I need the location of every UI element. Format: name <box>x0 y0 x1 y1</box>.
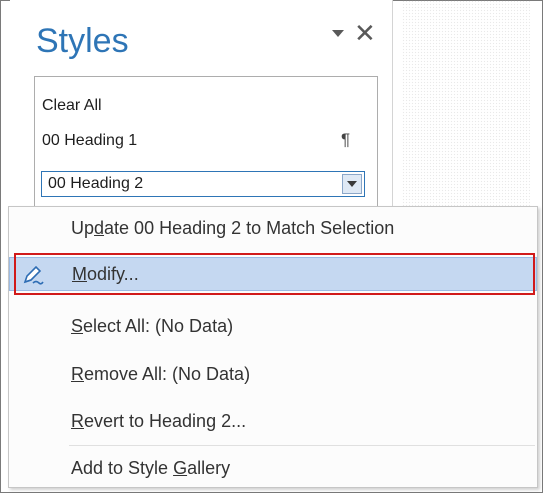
menu-separator <box>69 445 535 446</box>
menu-item-label: Add to Style Gallery <box>71 458 231 478</box>
pane-title: Styles <box>36 22 129 60</box>
styles-pane: Styles ✕ Clear All 00 Heading 1 ¶ 00 Hea… <box>10 0 393 242</box>
style-item-label: 00 Heading 2 <box>48 175 144 192</box>
close-icon[interactable]: ✕ <box>354 20 376 46</box>
pilcrow-icon: ¶ <box>341 130 351 149</box>
menu-item-select-all[interactable]: Select All: (No Data) <box>9 309 537 343</box>
menu-item-remove-all[interactable]: Remove All: (No Data) <box>9 357 537 391</box>
menu-item-update-to-match[interactable]: Update 00 Heading 2 to Match Selection <box>9 211 537 245</box>
chevron-down-icon <box>347 181 357 187</box>
style-item-heading-1[interactable]: 00 Heading 1 <box>42 132 137 150</box>
menu-item-add-to-gallery[interactable]: Add to Style Gallery <box>9 451 537 485</box>
style-context-menu: Update 00 Heading 2 to Match Selection M… <box>8 206 538 488</box>
menu-item-label: Remove All: (No Data) <box>71 364 251 384</box>
chevron-down-icon[interactable] <box>332 30 344 37</box>
document-area <box>402 0 530 240</box>
highlight-box <box>14 253 535 295</box>
style-item-clear-all[interactable]: Clear All <box>42 97 102 115</box>
style-options-button[interactable] <box>342 174 362 194</box>
menu-item-revert[interactable]: Revert to Heading 2... <box>9 404 537 438</box>
menu-item-label: Select All: (No Data) <box>71 316 234 336</box>
style-item-heading-2[interactable]: 00 Heading 2 <box>41 171 365 197</box>
menu-item-label: Update 00 Heading 2 to Match Selection <box>71 218 395 238</box>
menu-item-label: Revert to Heading 2... <box>71 411 247 431</box>
